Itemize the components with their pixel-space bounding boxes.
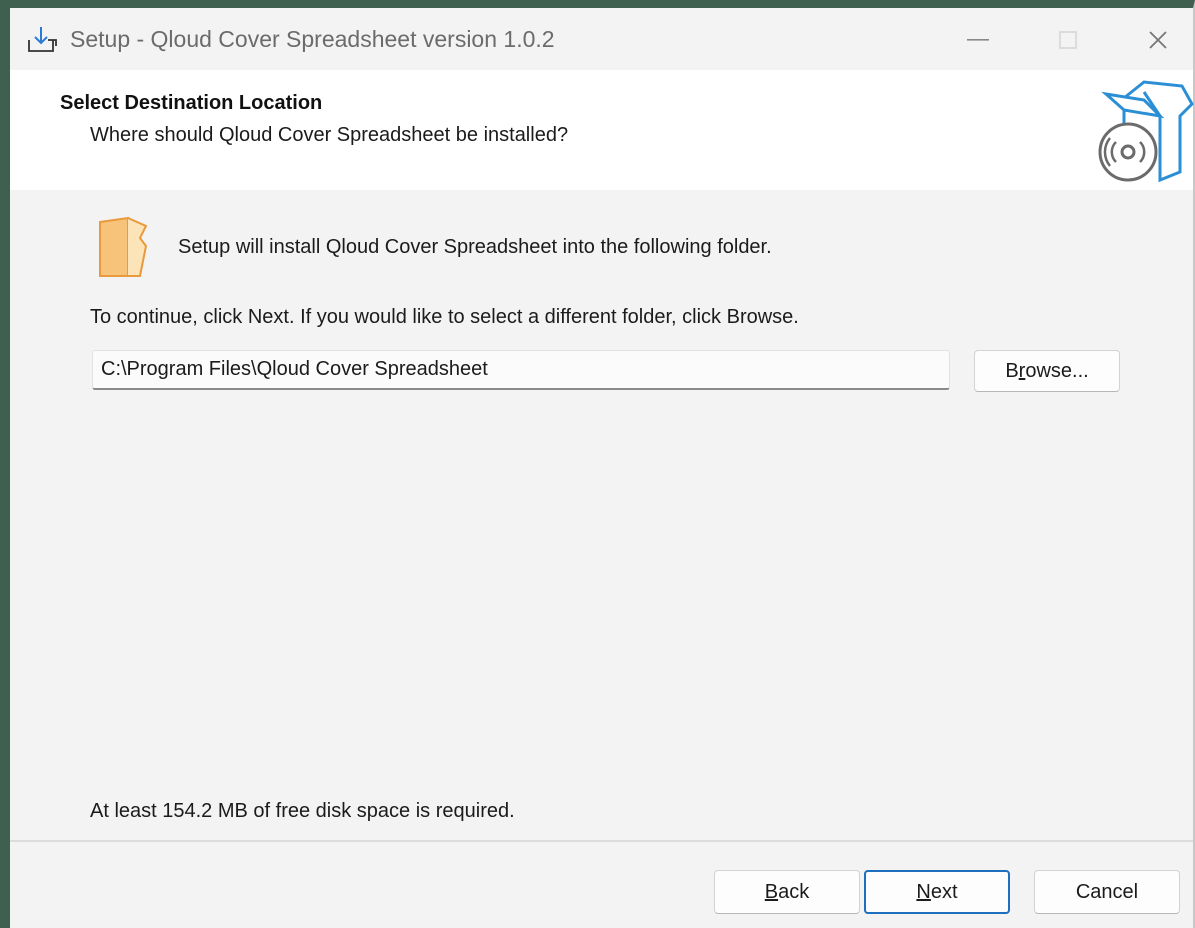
browse-label-access-key: r xyxy=(1018,359,1026,382)
destination-path-input[interactable] xyxy=(92,350,950,390)
next-access-key: N xyxy=(916,880,931,903)
minimize-button[interactable] xyxy=(948,18,1008,62)
browse-label-end: owse... xyxy=(1025,359,1089,382)
disk-space-text: At least 154.2 MB of free disk space is … xyxy=(90,800,515,822)
software-box-disc-icon xyxy=(1084,76,1194,186)
installer-download-icon xyxy=(26,26,60,54)
close-button[interactable] xyxy=(1128,18,1188,62)
maximize-icon xyxy=(1059,31,1077,49)
wizard-header: Select Destination Location Where should… xyxy=(10,70,1194,190)
back-label: ack xyxy=(778,880,810,903)
wizard-content: Setup will install Qloud Cover Spreadshe… xyxy=(10,190,1193,840)
page-subtitle: Where should Qloud Cover Spreadsheet be … xyxy=(90,124,569,146)
browse-button[interactable]: Br owse... xyxy=(974,350,1120,392)
setup-window: Setup - Qloud Cover Spreadsheet version … xyxy=(0,0,1195,928)
window-title: Setup - Qloud Cover Spreadsheet version … xyxy=(70,26,555,52)
next-button[interactable]: Next xyxy=(864,870,1010,914)
intro-text: Setup will install Qloud Cover Spreadshe… xyxy=(178,236,772,258)
instruction-text: To continue, click Next. If you would li… xyxy=(90,306,799,328)
title-bar[interactable]: Setup - Qloud Cover Spreadsheet version … xyxy=(10,8,1193,70)
back-access-key: B xyxy=(764,880,779,903)
page-title: Select Destination Location xyxy=(60,92,323,114)
cancel-button[interactable]: Cancel xyxy=(1034,870,1180,914)
minimize-icon xyxy=(967,39,989,41)
next-label: ext xyxy=(930,880,958,903)
folder-icon xyxy=(98,216,150,280)
browse-label-start: B xyxy=(1005,359,1019,382)
close-icon xyxy=(1149,31,1167,49)
wizard-footer: Back Next Cancel xyxy=(10,842,1193,928)
maximize-button[interactable] xyxy=(1038,18,1098,62)
back-button[interactable]: Back xyxy=(714,870,860,914)
